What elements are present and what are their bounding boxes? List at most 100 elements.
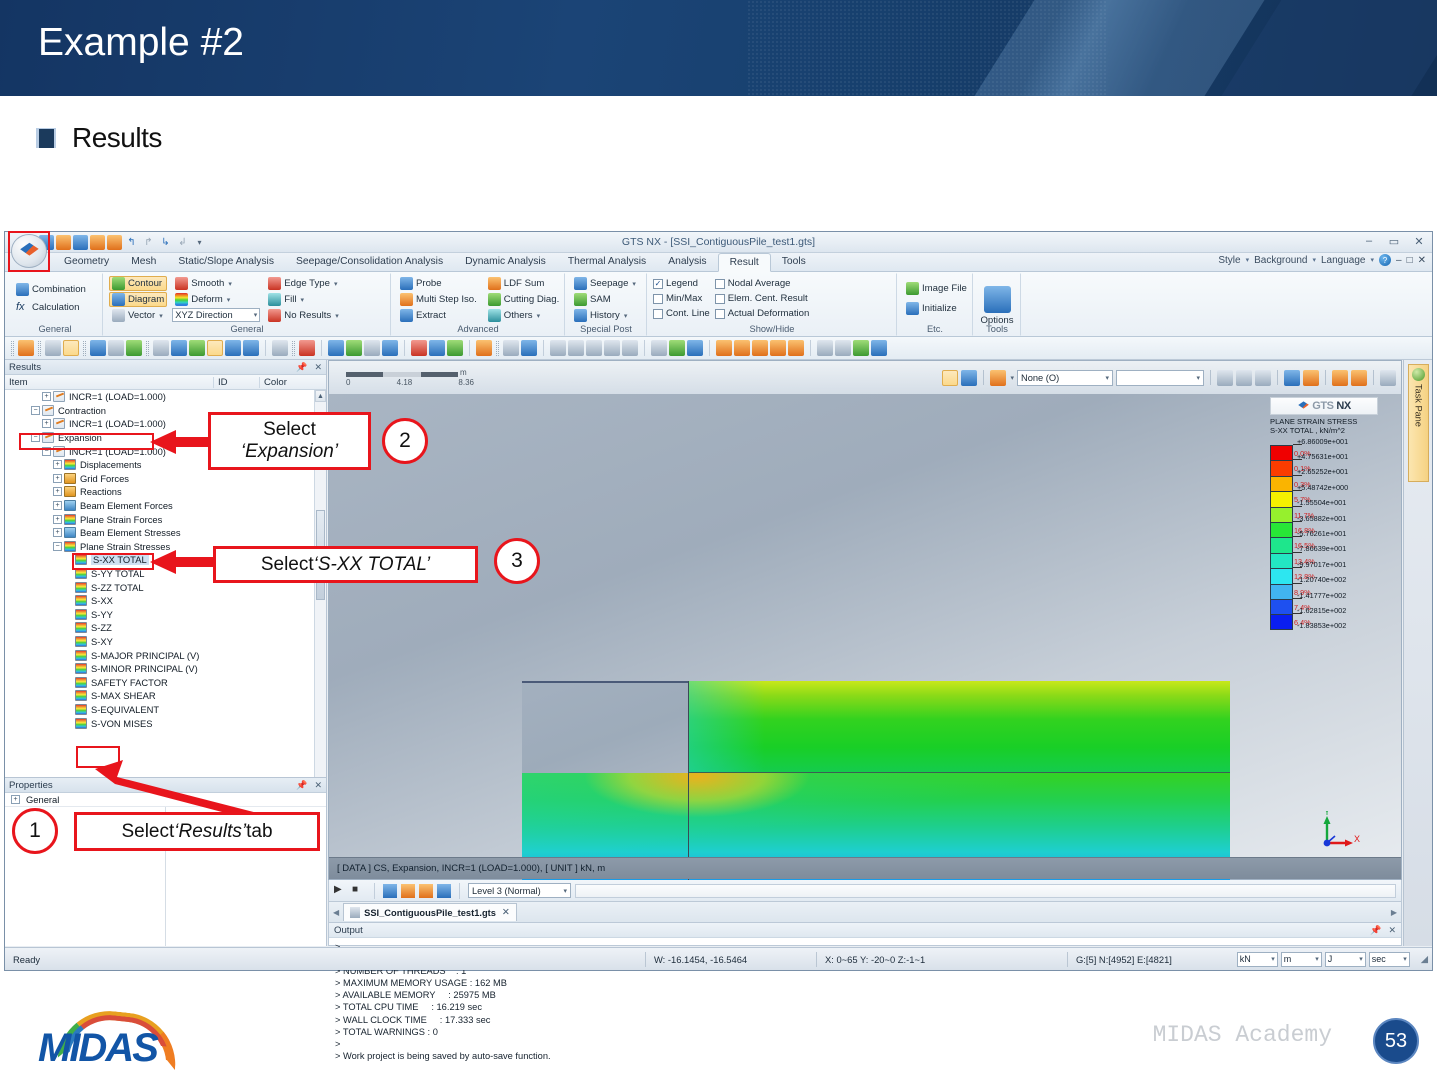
others-caret-icon[interactable]: ▾ [537, 312, 541, 320]
pan-icon[interactable] [568, 340, 584, 356]
others-button[interactable]: Others ▾ [485, 308, 562, 323]
tree-expander-icon[interactable]: + [53, 528, 62, 538]
unit-force-caret-icon[interactable]: ▾ [1271, 955, 1275, 963]
vector-button[interactable]: Vector ▾ [109, 308, 167, 323]
select-multi-icon[interactable] [961, 369, 978, 386]
shade-icon[interactable] [90, 340, 106, 356]
toolbar-grip-5[interactable] [292, 340, 295, 356]
view-front-icon[interactable] [669, 340, 685, 356]
extract-button[interactable]: Extract [397, 308, 480, 323]
clear-selection-icon[interactable] [1284, 369, 1300, 386]
secondary-toolbar[interactable] [5, 337, 1432, 360]
edge-type-button[interactable]: Edge Type ▾ [265, 276, 341, 291]
print-output-icon[interactable] [401, 883, 415, 898]
application-menu-button[interactable] [11, 234, 47, 268]
output-toolbar[interactable]: ▶ ■ Level 3 (Normal) ▾ [328, 880, 1402, 902]
tab-mesh[interactable]: Mesh [120, 252, 167, 271]
tree-expander-icon[interactable]: + [53, 487, 62, 497]
secondary-filter-combo[interactable]: ▾ [1116, 369, 1204, 386]
fill-button[interactable]: Fill ▾ [265, 292, 341, 307]
legend-checkbox[interactable]: ✓ Legend [653, 278, 710, 289]
measure-icon[interactable] [476, 340, 492, 356]
hide-icon[interactable] [1351, 369, 1367, 386]
deform-caret-icon[interactable]: ▾ [227, 296, 231, 304]
tree-expander-icon[interactable]: − [42, 446, 51, 456]
document-tab-close-icon[interactable]: ✕ [502, 907, 510, 918]
tab-result[interactable]: Result [717, 253, 771, 272]
tree-row[interactable]: S-MINOR PRINCIPAL (V) [5, 662, 326, 676]
toolbar-grip-3[interactable] [83, 340, 86, 356]
maximize-button[interactable]: ▭ [1387, 235, 1401, 248]
link-output-icon[interactable] [419, 883, 433, 898]
pin-icon[interactable]: 📌 [296, 362, 307, 373]
tree-expander-icon[interactable]: + [53, 460, 62, 470]
tab-seepage-consolidation-analysis[interactable]: Seepage/Consolidation Analysis [285, 252, 454, 271]
seepage-caret-icon[interactable]: ▾ [632, 280, 636, 288]
tree-row[interactable]: S-MAJOR PRINCIPAL (V) [5, 648, 326, 662]
document-tab-bar[interactable]: ◀ SSI_ContiguousPile_test1.gts ✕ ▶ [328, 902, 1402, 922]
view-preset-1-icon[interactable] [716, 340, 732, 356]
view-top-icon[interactable] [687, 340, 703, 356]
3d-viewport[interactable]: m 0 4.18 8.36 ▾ None (O) ▾ ▾ Y X GTS NX … [328, 360, 1402, 909]
grid-icon[interactable] [153, 340, 169, 356]
graph-icon[interactable] [429, 340, 445, 356]
elem-number-icon[interactable] [382, 340, 398, 356]
tree-row[interactable]: S-VON MISES [5, 716, 326, 730]
nodal-average-checkbox-box[interactable] [714, 278, 725, 289]
chart-icon[interactable] [447, 340, 463, 356]
save-output-icon[interactable] [383, 883, 397, 898]
deform-button[interactable]: Deform ▾ [172, 292, 260, 307]
ribbon-minimize-icon[interactable]: – [1396, 255, 1402, 266]
unit-length-select[interactable]: m ▾ [1280, 951, 1322, 967]
select-single-icon[interactable] [942, 369, 959, 386]
zoom-fit-icon[interactable] [550, 340, 566, 356]
display-option-icon[interactable] [817, 340, 833, 356]
snap-icon[interactable] [171, 340, 187, 356]
smooth-button[interactable]: Smooth ▾ [172, 276, 260, 291]
properties-pin-icon[interactable]: 📌 [296, 780, 307, 791]
toolbar-grip-2[interactable] [38, 340, 41, 356]
output-level-caret-icon[interactable]: ▾ [563, 887, 567, 895]
vscroll-up-arrow[interactable]: ▲ [315, 390, 326, 402]
history-button[interactable]: History ▾ [571, 308, 639, 323]
background-menu[interactable]: Background [1254, 255, 1307, 266]
zoom-in-icon[interactable] [604, 340, 620, 356]
play-icon[interactable]: ▶ [334, 884, 348, 898]
tree-row[interactable]: S-ZZ [5, 621, 326, 635]
initialize-button[interactable]: Initialize [903, 301, 970, 316]
view-preset-3-icon[interactable] [752, 340, 768, 356]
mesh-set-icon[interactable] [299, 340, 315, 356]
tab-thermal-analysis[interactable]: Thermal Analysis [557, 252, 657, 271]
tab-static-slope-analysis[interactable]: Static/Slope Analysis [167, 252, 285, 271]
background-caret-icon[interactable]: ▾ [1312, 256, 1316, 264]
actual-deformation-checkbox[interactable]: Actual Deformation [714, 308, 809, 319]
probe-button[interactable]: Probe [397, 276, 480, 291]
minmax-checkbox[interactable]: Min/Max [653, 293, 710, 304]
tree-row[interactable]: S-XX [5, 594, 326, 608]
tab-analysis[interactable]: Analysis [657, 252, 717, 271]
tab-dynamic-analysis[interactable]: Dynamic Analysis [454, 252, 557, 271]
unit-force-select[interactable]: kN ▾ [1236, 951, 1278, 967]
xyz-direction-caret-icon[interactable]: ▾ [254, 311, 258, 319]
output-panel-controls[interactable]: 📌 ✕ [1370, 925, 1396, 936]
view-iso-icon[interactable] [651, 340, 667, 356]
results-panel-controls[interactable]: 📌 ✕ [296, 362, 322, 373]
no-results-caret-icon[interactable]: ▾ [335, 312, 339, 320]
toolbar-grip-1[interactable] [11, 340, 14, 356]
properties-close-icon[interactable]: ✕ [314, 780, 322, 791]
diagram-button[interactable]: Diagram [109, 292, 168, 307]
tree-expander-icon[interactable]: + [42, 419, 51, 429]
pick-element-icon[interactable] [1236, 369, 1252, 386]
tree-row[interactable]: + Plane Strain Forces [5, 512, 326, 526]
tree-row[interactable]: + INCR=1 (LOAD=1.000) [5, 390, 326, 404]
cont-line-checkbox[interactable]: Cont. Line [653, 308, 710, 319]
language-menu[interactable]: Language [1321, 255, 1366, 266]
vector-caret-icon[interactable]: ▾ [159, 312, 163, 320]
gcs-icon[interactable] [207, 340, 223, 356]
tree-row[interactable]: SAFETY FACTOR [5, 675, 326, 689]
node-icon[interactable] [328, 340, 344, 356]
tree-expander-icon[interactable]: + [53, 514, 62, 524]
tab-tools[interactable]: Tools [771, 252, 817, 271]
zoom-all-icon[interactable] [503, 340, 519, 356]
doc-tab-scroll-left-icon[interactable]: ◀ [333, 908, 339, 917]
